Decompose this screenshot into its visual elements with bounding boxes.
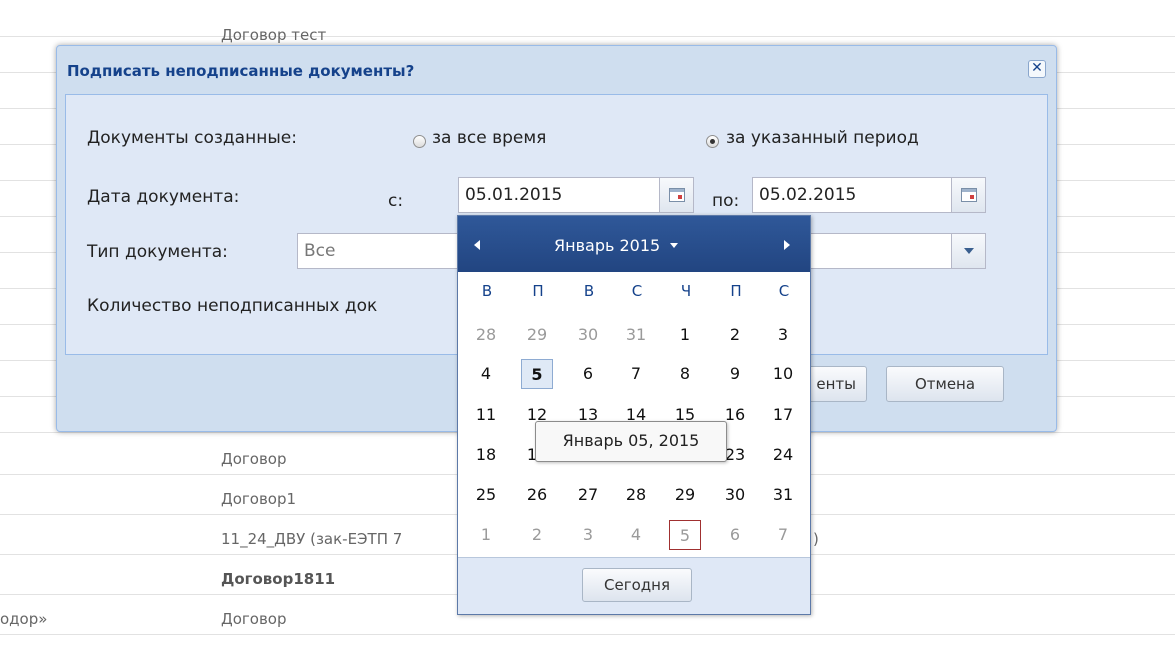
day-cell[interactable]: 4 xyxy=(620,520,652,550)
date-picker-footer: Сегодня xyxy=(458,557,810,614)
radio-period[interactable] xyxy=(706,135,719,148)
arrow-right-icon xyxy=(784,240,790,250)
close-icon[interactable]: ✕ xyxy=(1028,60,1046,78)
day-cell[interactable]: 25 xyxy=(470,480,502,510)
day-cell[interactable]: 27 xyxy=(572,480,604,510)
day-cell[interactable]: 31 xyxy=(620,320,652,350)
day-cell[interactable]: 29 xyxy=(669,480,701,510)
grid-row xyxy=(0,0,1175,37)
day-cell[interactable]: 30 xyxy=(572,320,604,350)
weekday-label: В xyxy=(481,282,493,300)
type-label: Тип документа: xyxy=(87,242,228,262)
from-label: с: xyxy=(388,191,404,211)
doc-type-trigger[interactable] xyxy=(952,233,986,269)
weekday-label: С xyxy=(778,282,790,300)
day-cell[interactable]: 9 xyxy=(719,359,751,389)
day-cell[interactable]: 7 xyxy=(620,359,652,389)
day-cell[interactable]: 3 xyxy=(572,520,604,550)
date-tooltip: Январь 05, 2015 xyxy=(535,421,727,462)
weekday-label: П xyxy=(730,282,742,300)
day-cell[interactable]: 7 xyxy=(767,520,799,550)
day-cell[interactable]: 10 xyxy=(767,359,799,389)
grid-cell: 11_24_ДВУ (зак-ЕЭТП 7 xyxy=(221,530,403,548)
day-cell[interactable]: 1 xyxy=(470,520,502,550)
grid-cell: Договор1811 xyxy=(221,570,336,588)
to-label: по: xyxy=(712,191,740,211)
radio-all-time-label[interactable]: за все время xyxy=(432,128,546,148)
grid-cell: Договор xyxy=(221,610,287,628)
day-cell[interactable]: 8 xyxy=(669,359,701,389)
weekday-label: Ч xyxy=(680,282,692,300)
weekday-header: В П В С Ч П С xyxy=(470,282,806,306)
count-label: Количество неподписанных док xyxy=(87,296,378,316)
day-cell[interactable]: 2 xyxy=(719,320,751,350)
grid-cell: Договор1 xyxy=(221,490,297,508)
date-label: Дата документа: xyxy=(87,187,240,207)
today-button[interactable]: Сегодня xyxy=(582,568,692,602)
arrow-left-icon xyxy=(474,240,480,250)
chevron-down-icon xyxy=(963,248,974,254)
weekday-label: П xyxy=(532,282,544,300)
grid-cell: одор» xyxy=(0,610,48,628)
radio-period-label[interactable]: за указанный период xyxy=(726,128,919,148)
day-cell[interactable]: 31 xyxy=(767,480,799,510)
day-cell[interactable]: 24 xyxy=(767,440,799,470)
date-picker-header: Январь 2015 xyxy=(458,216,810,272)
selected-day-cell[interactable]: 5 xyxy=(521,359,553,389)
day-cell[interactable]: 6 xyxy=(572,359,604,389)
day-cell[interactable]: 18 xyxy=(470,440,502,470)
day-cell[interactable]: 30 xyxy=(719,480,751,510)
weekday-label: С xyxy=(631,282,643,300)
day-cell[interactable]: 4 xyxy=(470,359,502,389)
weekday-label: В xyxy=(583,282,595,300)
day-cell[interactable]: 28 xyxy=(470,320,502,350)
calendar-icon xyxy=(960,188,977,202)
caret-down-icon xyxy=(670,242,679,248)
date-to-trigger[interactable] xyxy=(952,177,986,213)
month-selector[interactable]: Январь 2015 xyxy=(554,233,679,257)
day-cell[interactable]: 6 xyxy=(719,520,751,550)
day-cell[interactable]: 5 xyxy=(669,520,701,550)
day-cell[interactable]: 28 xyxy=(620,480,652,510)
date-from-trigger[interactable] xyxy=(660,177,694,213)
grid-cell: Договор xyxy=(221,450,287,468)
month-label: Январь 2015 xyxy=(554,235,661,255)
dialog-title: Подписать неподписанные документы? xyxy=(67,62,415,80)
day-cell[interactable]: 26 xyxy=(521,480,553,510)
day-cell[interactable]: 2 xyxy=(521,520,553,550)
created-label: Документы созданные: xyxy=(87,128,297,148)
day-cell[interactable]: 29 xyxy=(521,320,553,350)
next-month-button[interactable] xyxy=(776,234,798,256)
day-cell[interactable]: 11 xyxy=(470,400,502,430)
radio-all-time[interactable] xyxy=(413,135,426,148)
cancel-button[interactable]: Отмена xyxy=(886,366,1004,402)
prev-month-button[interactable] xyxy=(466,234,488,256)
date-picker: Январь 2015 В П В С Ч П С 28 29 30 31 1 2 3 4 5 6… xyxy=(457,215,811,615)
date-to-input[interactable]: 05.02.2015 xyxy=(752,177,952,213)
day-cell[interactable]: 3 xyxy=(767,320,799,350)
calendar-icon xyxy=(668,188,685,202)
day-cell[interactable]: 1 xyxy=(669,320,701,350)
grid-cell: ) xyxy=(813,530,819,548)
date-from-input[interactable]: 05.01.2015 xyxy=(458,177,660,213)
day-cell[interactable]: 17 xyxy=(767,400,799,430)
